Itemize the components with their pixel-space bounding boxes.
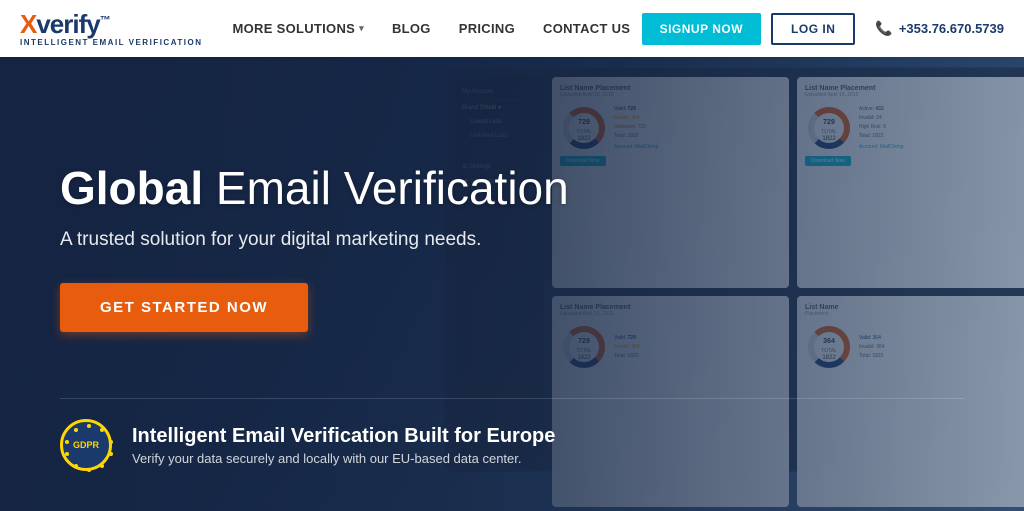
nav-actions: SIGNUP NOW LOG IN 📞 +353.76.670.5739	[642, 13, 1004, 45]
nav-more-solutions[interactable]: MORE SOLUTIONS ▾	[232, 21, 363, 36]
phone-number: +353.76.670.5739	[899, 21, 1004, 36]
navbar: Xverify™ INTELLIGENT EMAIL VERIFICATION …	[0, 0, 1024, 57]
gdpr-badge: GDPR	[60, 419, 112, 471]
logo-tagline: INTELLIGENT EMAIL VERIFICATION	[20, 38, 202, 47]
hero-headline-bold: Global	[60, 162, 203, 214]
hero-bottom-text: Intelligent Email Verification Built for…	[132, 424, 555, 466]
nav-pricing[interactable]: PRICING	[459, 21, 515, 36]
hero-content: Global Email Verification A trusted solu…	[0, 57, 1024, 511]
nav-links: MORE SOLUTIONS ▾ BLOG PRICING CONTACT US	[232, 21, 641, 36]
phone-area: 📞 +353.76.670.5739	[875, 20, 1004, 37]
logo-x: X	[20, 9, 36, 39]
nav-contact-us[interactable]: CONTACT US	[543, 21, 630, 36]
logo-verify: verify	[36, 9, 99, 39]
hero-bottom-subtitle: Verify your data securely and locally wi…	[132, 451, 555, 466]
login-button[interactable]: LOG IN	[771, 13, 855, 45]
hero-headline: Global Email Verification	[60, 163, 620, 214]
hero-section: My Account Brand Shield ▾ Linked Lists U…	[0, 57, 1024, 511]
chevron-down-icon: ▾	[359, 23, 364, 34]
hero-main: Global Email Verification A trusted solu…	[60, 97, 964, 398]
logo-text: Xverify™	[20, 11, 202, 37]
hero-bottom-banner: GDPR Intelligent Email Verification Buil…	[60, 398, 964, 471]
signup-button[interactable]: SIGNUP NOW	[642, 13, 761, 45]
hero-bottom-title: Intelligent Email Verification Built for…	[132, 424, 555, 448]
nav-blog[interactable]: BLOG	[392, 21, 431, 36]
phone-icon: 📞	[875, 20, 892, 37]
logo-tm: ™	[100, 14, 110, 26]
cta-button[interactable]: GET STARTED NOW	[60, 283, 308, 332]
hero-subheadline: A trusted solution for your digital mark…	[60, 229, 560, 251]
logo[interactable]: Xverify™ INTELLIGENT EMAIL VERIFICATION	[20, 11, 202, 47]
